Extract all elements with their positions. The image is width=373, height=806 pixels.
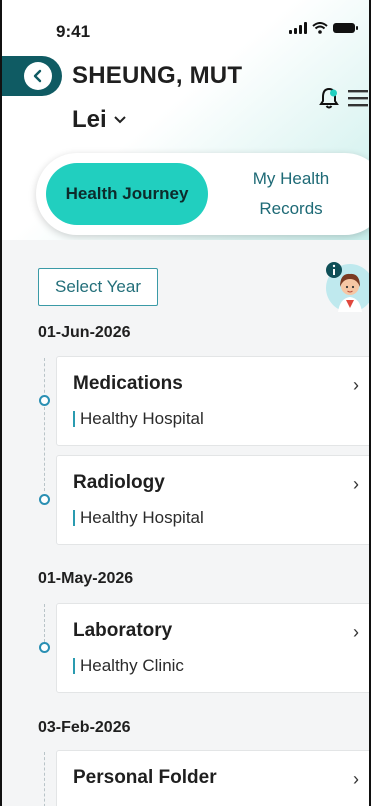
battery-icon [333,23,358,33]
timeline-area: Select Year 01-Jun-2026 Medications Heal… [2,240,369,806]
bell-icon[interactable] [318,86,340,110]
record-card-medications[interactable]: Medications Healthy Hospital › [56,356,369,446]
timeline-dot [39,494,50,505]
app-frame: 9:41 SHEUNG, MUT Lei Health Journey My H… [0,0,371,806]
chevron-down-icon [113,116,126,124]
signal-icon [289,22,307,34]
tab-label-line2: Records [259,199,323,218]
card-provider: Healthy Clinic [73,656,184,676]
patient-name-line1: SHEUNG, MUT [72,62,243,89]
timeline-line [44,407,45,491]
back-button[interactable] [2,56,62,96]
back-icon [24,62,52,90]
card-provider: Healthy Hospital [73,409,204,429]
select-year-button[interactable]: Select Year [38,268,158,306]
tab-label-line1: My Health [252,169,330,188]
timeline-date: 01-May-2026 [38,570,134,587]
card-provider: Healthy Hospital [73,508,204,528]
record-card-radiology[interactable]: Radiology Healthy Hospital › [56,455,369,545]
chevron-right-icon: › [353,474,359,494]
wifi-icon [312,22,328,34]
timeline-dot [39,395,50,406]
card-title: Medications [73,373,183,394]
chevron-right-icon: › [353,375,359,395]
timeline-line [44,604,45,642]
timeline-date: 03-Feb-2026 [38,719,131,736]
record-card-personal-folder[interactable]: Personal Folder › [56,750,369,806]
timeline-line [44,752,45,806]
timeline-line [44,358,45,398]
assistant-avatar-icon[interactable] [322,260,371,312]
status-time: 9:41 [56,22,91,41]
chevron-right-icon: › [353,622,359,642]
menu-icon[interactable] [347,88,369,108]
card-title: Radiology [73,472,165,493]
patient-selector[interactable]: Lei [72,106,127,134]
timeline-date: 01-Jun-2026 [38,324,131,341]
timeline-dot [39,642,50,653]
tab-bar: Health Journey My Health Records [36,153,369,235]
status-icons [289,22,358,34]
tab-health-journey[interactable]: Health Journey [46,163,208,225]
header: 9:41 SHEUNG, MUT Lei Health Journey My H… [2,0,369,240]
card-title: Personal Folder [73,767,217,788]
tab-my-health-records[interactable]: My Health Records [231,163,351,225]
chevron-right-icon: › [353,769,359,789]
record-card-laboratory[interactable]: Laboratory Healthy Clinic › [56,603,369,693]
patient-name-line2: Lei [72,106,107,133]
card-title: Laboratory [73,620,173,641]
